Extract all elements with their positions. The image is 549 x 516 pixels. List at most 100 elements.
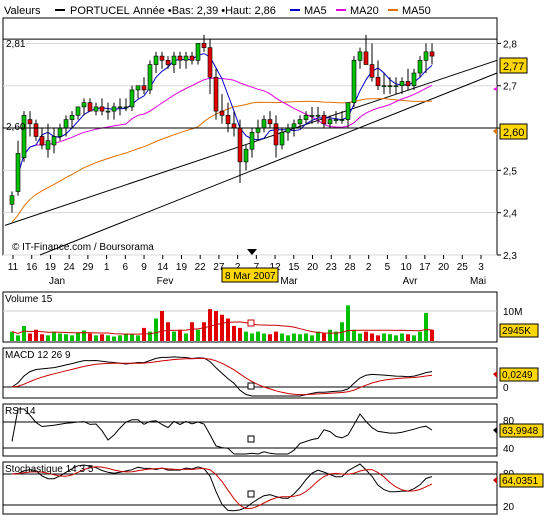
volume-bar [418, 331, 422, 341]
candle-body [417, 60, 423, 74]
candle-body [123, 106, 129, 109]
candle-body [231, 123, 237, 129]
macd-panel: MACD 12 26 9 0 0,0249 [2, 347, 539, 399]
rsi-y-tick-40: 40 [503, 444, 515, 455]
candle-body [285, 127, 291, 133]
volume-bar [322, 333, 326, 341]
volume-bar [358, 333, 362, 341]
volume-bar [430, 329, 434, 341]
candle-body [9, 195, 15, 205]
candle-body [219, 110, 225, 116]
date-tick-label: 28 [344, 262, 356, 273]
candle-body [177, 55, 183, 61]
candle-body [375, 76, 381, 87]
volume-bar [346, 305, 350, 341]
volume-bar [52, 331, 56, 341]
volume-bar [166, 322, 170, 341]
candle-body [195, 43, 201, 61]
candle-body [99, 106, 105, 112]
volume-bar [220, 314, 224, 341]
date-tick-label: 16 [26, 262, 38, 273]
candle-body [399, 81, 405, 87]
date-marker-text: 8 Mar 2007 [225, 271, 276, 282]
volume-bar [244, 331, 248, 341]
date-tick-label: 25 [457, 262, 469, 273]
candle-body [105, 110, 111, 113]
candle-body [159, 55, 165, 61]
candle-body [147, 64, 153, 91]
range-text: Année •Bas: 2,39 •Haut: 2,86 [133, 5, 276, 17]
volume-bar [310, 335, 314, 341]
volume-bar [292, 333, 296, 341]
date-tick-label: 5 [385, 262, 391, 273]
candle-body [243, 148, 249, 163]
date-tick-label: 15 [288, 262, 300, 273]
date-marker-label[interactable]: 8 Mar 2007 [221, 267, 279, 283]
volume-bar [124, 333, 128, 341]
volume-bar [196, 329, 200, 341]
candle-body [261, 119, 267, 129]
volume-bar [208, 309, 212, 341]
month-label: Fev [157, 276, 174, 287]
candle-body [369, 64, 375, 78]
date-tick-label: 29 [82, 262, 94, 273]
low-level-badge: 2,60 [493, 123, 528, 140]
volume-bar [136, 335, 140, 341]
volume-bar [232, 326, 236, 341]
volume-title: Volume 15 [5, 294, 53, 305]
volume-bar [82, 330, 86, 341]
volume-bar [172, 331, 176, 341]
candle-body [267, 119, 273, 125]
volume-cursor-marker [247, 319, 255, 327]
candle-body [69, 115, 75, 120]
date-tick-label: 2 [366, 262, 372, 273]
candle-body [297, 119, 303, 125]
date-tick-label: 20 [438, 262, 450, 273]
price-y-tick-label: 2,7 [503, 82, 517, 93]
volume-bar [112, 336, 116, 341]
candle-body [387, 85, 393, 88]
ma20-legend-swatch [336, 9, 346, 11]
candle-body [315, 115, 321, 117]
volume-bar [394, 335, 398, 341]
candle-body [207, 47, 213, 78]
volume-panel: Volume 15 10M 2945K [2, 291, 539, 343]
date-tick-label: 19 [176, 262, 188, 273]
volume-bar [76, 332, 80, 341]
candle-body [273, 123, 279, 146]
volume-bar [274, 331, 278, 341]
volume-bar [22, 326, 26, 341]
candle-body [213, 76, 219, 112]
ma50-legend-swatch [388, 9, 398, 11]
volume-bar [298, 334, 302, 341]
date-tick-label: 11 [8, 262, 19, 273]
volume-bar [10, 331, 14, 341]
candle-body [81, 102, 87, 108]
candle-body [327, 119, 333, 125]
price-panel: 2,81 2,60 © IT-Finance.com / Boursorama [2, 17, 498, 256]
ma20-legend-label: MA20 [350, 5, 379, 17]
candle-body [153, 55, 159, 65]
price-y-tick-label: 2,8 [503, 39, 517, 50]
candle-body [345, 102, 351, 120]
candle-body [309, 115, 315, 117]
macd-cursor-marker [247, 382, 255, 390]
stoch-y-tick-20: 20 [503, 502, 515, 513]
header-label: Valeurs [4, 5, 41, 17]
candle-body [291, 123, 297, 129]
candle-body [363, 51, 369, 65]
volume-bar [160, 311, 164, 341]
candle-body [87, 102, 93, 112]
volume-bar [376, 335, 380, 341]
stochastic-panel: Stochastique 14 3 5 80 20 64,0351 [2, 461, 544, 515]
volume-bar [106, 335, 110, 341]
month-label: Mar [280, 276, 298, 287]
candle-body [135, 85, 141, 91]
month-label: Avr [403, 276, 418, 287]
chart-header: Valeurs PORTUCEL Année •Bas: 2,39 •Haut:… [4, 5, 431, 17]
candle-body [423, 51, 429, 61]
candle-body [411, 72, 417, 87]
stochastic-title: Stochastique 14 3 5 [5, 464, 94, 475]
volume-bar [256, 331, 260, 341]
volume-bar [202, 322, 206, 341]
